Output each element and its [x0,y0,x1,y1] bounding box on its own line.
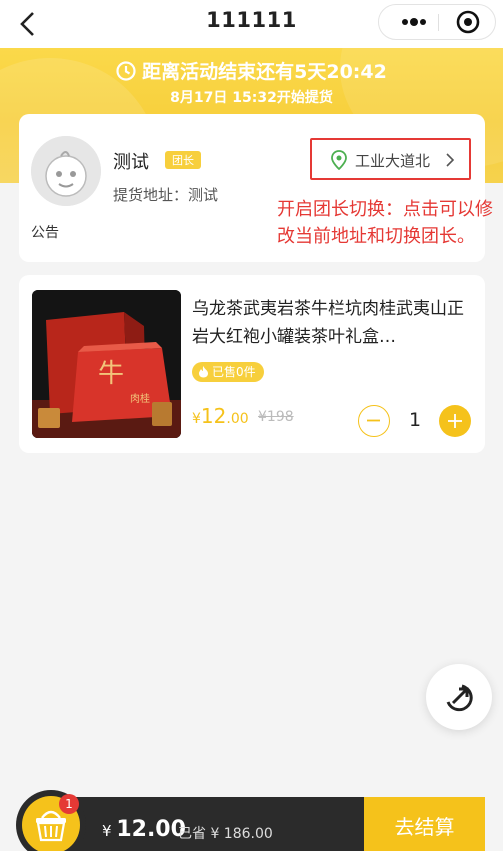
flame-icon [199,366,208,378]
target-close-icon [456,10,480,34]
clock-icon [116,61,136,86]
product-title: 乌龙茶武夷岩茶牛栏坑肉桂武夷山正岩大红袍小罐装茶叶礼盒… [192,299,464,347]
address-text: 工业大道北 [355,152,431,170]
pickup-address-label: 提货地址： [113,186,189,204]
more-dots-icon [402,18,426,26]
avatar [31,136,101,206]
total-value: 12.00 [116,817,186,842]
countdown-label: 距离活动结束还有5天20:42 [142,61,387,83]
share-button[interactable] [426,664,492,730]
minus-icon [367,419,380,422]
increase-quantity-button[interactable] [439,405,471,437]
product-image[interactable]: 牛 肉桂 [32,290,181,438]
plus-icon [448,414,462,428]
location-pin-icon [331,150,347,174]
svg-text:肉桂: 肉桂 [130,392,150,405]
checkout-button[interactable]: 去结算 [364,797,485,851]
annotation-text: 开启团长切换：点击可以修改当前地址和切换团长。 [277,199,493,247]
decrease-quantity-button[interactable] [358,405,390,437]
svg-text:牛: 牛 [98,359,124,389]
close-button[interactable] [445,5,491,39]
product-card[interactable]: 牛 肉桂 乌龙茶武夷岩茶牛栏坑肉桂武夷山正岩大红袍小罐装茶叶礼盒… 已售0件 ¥… [19,275,485,453]
switch-address-button[interactable]: 工业大道北 [310,138,471,180]
countdown-text: 距离活动结束还有5天20:42 [0,57,503,86]
price-integer: 12 [200,404,227,428]
leader-badge: 团长 [165,151,201,169]
original-price: ¥198 [258,409,294,425]
price-currency: ¥ [192,411,201,427]
pickup-start-time: 8月17日 15:32开始提货 [170,90,333,106]
total-currency: ¥ [102,822,112,840]
cart-total: ¥ 12.00 [102,817,186,842]
sold-badge: 已售0件 [192,362,264,382]
notice-label: 公告 [31,225,59,241]
capsule-divider [438,14,439,31]
share-arrow-icon [446,684,473,712]
cart-count-badge: 1 [59,794,79,814]
pickup-address-value: 测试 [188,186,219,204]
leader-name: 测试 [113,152,149,173]
chevron-right-icon [445,152,455,172]
nav-bar: 111111 [0,0,503,48]
price-decimal: .00 [226,411,249,427]
pickup-address: 提货地址：测试 [113,184,218,205]
quantity-value: 1 [408,409,422,431]
more-button[interactable] [389,5,437,39]
mini-program-capsule [378,4,496,40]
saved-amount: 已省 ¥ 186.00 [178,826,273,842]
bottom-cart-bar: ¥ 12.00 已省 ¥ 186.00 去结算 [18,797,485,851]
product-price: ¥12.00 [192,404,249,428]
sold-text: 已售0件 [212,365,256,379]
